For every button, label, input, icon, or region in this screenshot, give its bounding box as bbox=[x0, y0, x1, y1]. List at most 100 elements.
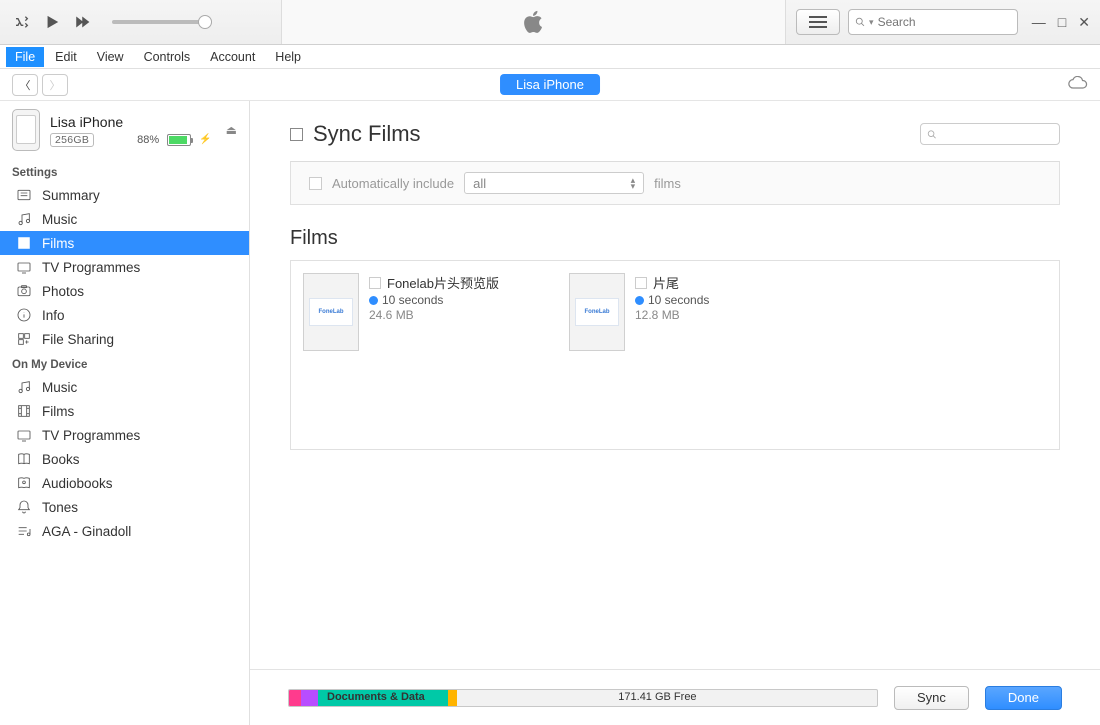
film-item[interactable]: FoneLab Fonelab片头预览版 10 seconds 24.6 MB bbox=[303, 273, 533, 437]
nav-forward-button[interactable]: 〉 bbox=[42, 74, 68, 96]
storage-seg-media bbox=[301, 690, 319, 706]
sidebar-item-device-films[interactable]: Films bbox=[0, 399, 249, 423]
sidebar-section-on-device: On My Device bbox=[0, 355, 249, 375]
sidebar-item-device-audiobooks[interactable]: Audiobooks bbox=[0, 471, 249, 495]
device-capacity: 256GB bbox=[50, 133, 94, 147]
search-box[interactable]: ▾ bbox=[848, 9, 1018, 35]
search-icon bbox=[927, 129, 937, 140]
file-sharing-icon bbox=[16, 331, 32, 347]
films-search-box[interactable] bbox=[920, 123, 1060, 145]
sidebar: Lisa iPhone 256GB 88% ⚡ ⏏ Settings Summa… bbox=[0, 101, 250, 725]
sidebar-item-device-tv[interactable]: TV Programmes bbox=[0, 423, 249, 447]
menu-view[interactable]: View bbox=[88, 47, 133, 67]
now-playing-display bbox=[281, 0, 786, 44]
sidebar-item-label: AGA - Ginadoll bbox=[42, 524, 131, 539]
sync-button[interactable]: Sync bbox=[894, 686, 969, 710]
music-icon bbox=[16, 379, 32, 395]
storage-docs-label: Documents & Data bbox=[327, 691, 425, 703]
sidebar-item-photos[interactable]: Photos bbox=[0, 279, 249, 303]
menu-controls[interactable]: Controls bbox=[135, 47, 200, 67]
search-icon bbox=[855, 16, 865, 28]
minimize-button[interactable]: — bbox=[1032, 14, 1046, 31]
menu-help[interactable]: Help bbox=[266, 47, 310, 67]
unwatched-dot-icon bbox=[369, 296, 378, 305]
shuffle-icon[interactable] bbox=[14, 14, 30, 30]
film-checkbox[interactable] bbox=[369, 277, 381, 289]
dropdown-caret-icon: ▾ bbox=[869, 17, 874, 28]
sidebar-item-device-music[interactable]: Music bbox=[0, 375, 249, 399]
unwatched-dot-icon bbox=[635, 296, 644, 305]
auto-include-checkbox[interactable] bbox=[309, 177, 322, 190]
sidebar-item-label: Films bbox=[42, 404, 74, 419]
sidebar-item-file-sharing[interactable]: File Sharing bbox=[0, 327, 249, 351]
battery-icon bbox=[167, 134, 191, 146]
sidebar-item-music[interactable]: Music bbox=[0, 207, 249, 231]
sidebar-item-label: Tones bbox=[42, 500, 78, 515]
search-input[interactable] bbox=[878, 15, 1011, 29]
sidebar-item-label: Summary bbox=[42, 188, 100, 203]
storage-free-label: 171.41 GB Free bbox=[618, 691, 696, 703]
sidebar-item-label: Music bbox=[42, 212, 77, 227]
play-icon[interactable] bbox=[44, 14, 60, 30]
auto-include-dropdown[interactable]: all ▴▾ bbox=[464, 172, 644, 194]
nav-back-button[interactable]: 〈 bbox=[12, 74, 38, 96]
auto-include-row: Automatically include all ▴▾ films bbox=[290, 161, 1060, 205]
device-header[interactable]: Lisa iPhone 256GB 88% ⚡ ⏏ bbox=[0, 101, 249, 159]
sidebar-item-device-books[interactable]: Books bbox=[0, 447, 249, 471]
done-button[interactable]: Done bbox=[985, 686, 1062, 710]
playlist-icon bbox=[16, 523, 32, 539]
sidebar-item-films[interactable]: Films bbox=[0, 231, 249, 255]
device-name: Lisa iPhone bbox=[50, 114, 212, 130]
film-title: Fonelab片头预览版 bbox=[387, 273, 499, 292]
menu-account[interactable]: Account bbox=[201, 47, 264, 67]
maximize-button[interactable]: □ bbox=[1058, 14, 1066, 31]
films-icon bbox=[16, 235, 32, 251]
fast-forward-icon[interactable] bbox=[74, 14, 90, 30]
film-thumbnail: FoneLab bbox=[303, 273, 359, 351]
sidebar-item-label: Audiobooks bbox=[42, 476, 113, 491]
film-checkbox[interactable] bbox=[635, 277, 647, 289]
films-heading: Films bbox=[290, 227, 1060, 250]
film-size: 12.8 MB bbox=[635, 308, 709, 322]
sidebar-item-summary[interactable]: Summary bbox=[0, 183, 249, 207]
sidebar-item-info[interactable]: Info bbox=[0, 303, 249, 327]
sidebar-item-playlist[interactable]: AGA - Ginadoll bbox=[0, 519, 249, 543]
view-list-button[interactable] bbox=[796, 9, 840, 35]
dropdown-value: all bbox=[473, 176, 486, 191]
music-icon bbox=[16, 211, 32, 227]
summary-icon bbox=[16, 187, 32, 203]
menu-file[interactable]: File bbox=[6, 47, 44, 67]
storage-bar: Documents & Data 171.41 GB Free bbox=[288, 689, 878, 707]
film-duration: 10 seconds bbox=[648, 293, 709, 307]
sidebar-item-label: TV Programmes bbox=[42, 428, 140, 443]
tv-icon bbox=[16, 259, 32, 275]
device-thumbnail-icon bbox=[12, 109, 40, 151]
footer: Documents & Data 171.41 GB Free Sync Don… bbox=[250, 669, 1100, 725]
films-icon bbox=[16, 403, 32, 419]
menu-edit[interactable]: Edit bbox=[46, 47, 86, 67]
photos-icon bbox=[16, 283, 32, 299]
books-icon bbox=[16, 451, 32, 467]
volume-slider[interactable] bbox=[112, 20, 212, 24]
dropdown-caret-icon: ▴▾ bbox=[631, 177, 636, 189]
sidebar-item-label: File Sharing bbox=[42, 332, 114, 347]
sidebar-item-device-tones[interactable]: Tones bbox=[0, 495, 249, 519]
audiobooks-icon bbox=[16, 475, 32, 491]
list-icon bbox=[809, 16, 827, 28]
sidebar-item-label: TV Programmes bbox=[42, 260, 140, 275]
charging-icon: ⚡ bbox=[199, 134, 211, 145]
storage-seg-apps bbox=[289, 690, 301, 706]
sidebar-item-label: Films bbox=[42, 236, 74, 251]
sidebar-item-tv[interactable]: TV Programmes bbox=[0, 255, 249, 279]
apple-logo-icon bbox=[522, 9, 544, 35]
cloud-icon[interactable] bbox=[1068, 76, 1088, 93]
info-icon bbox=[16, 307, 32, 323]
sync-films-checkbox[interactable] bbox=[290, 128, 303, 141]
sidebar-item-label: Books bbox=[42, 452, 80, 467]
device-pill[interactable]: Lisa iPhone bbox=[500, 74, 600, 95]
auto-include-suffix: films bbox=[654, 176, 681, 191]
close-button[interactable]: ✕ bbox=[1078, 14, 1090, 31]
film-item[interactable]: FoneLab 片尾 10 seconds 12.8 MB bbox=[569, 273, 799, 437]
films-search-input[interactable] bbox=[941, 128, 1053, 140]
eject-icon[interactable]: ⏏ bbox=[226, 123, 237, 137]
